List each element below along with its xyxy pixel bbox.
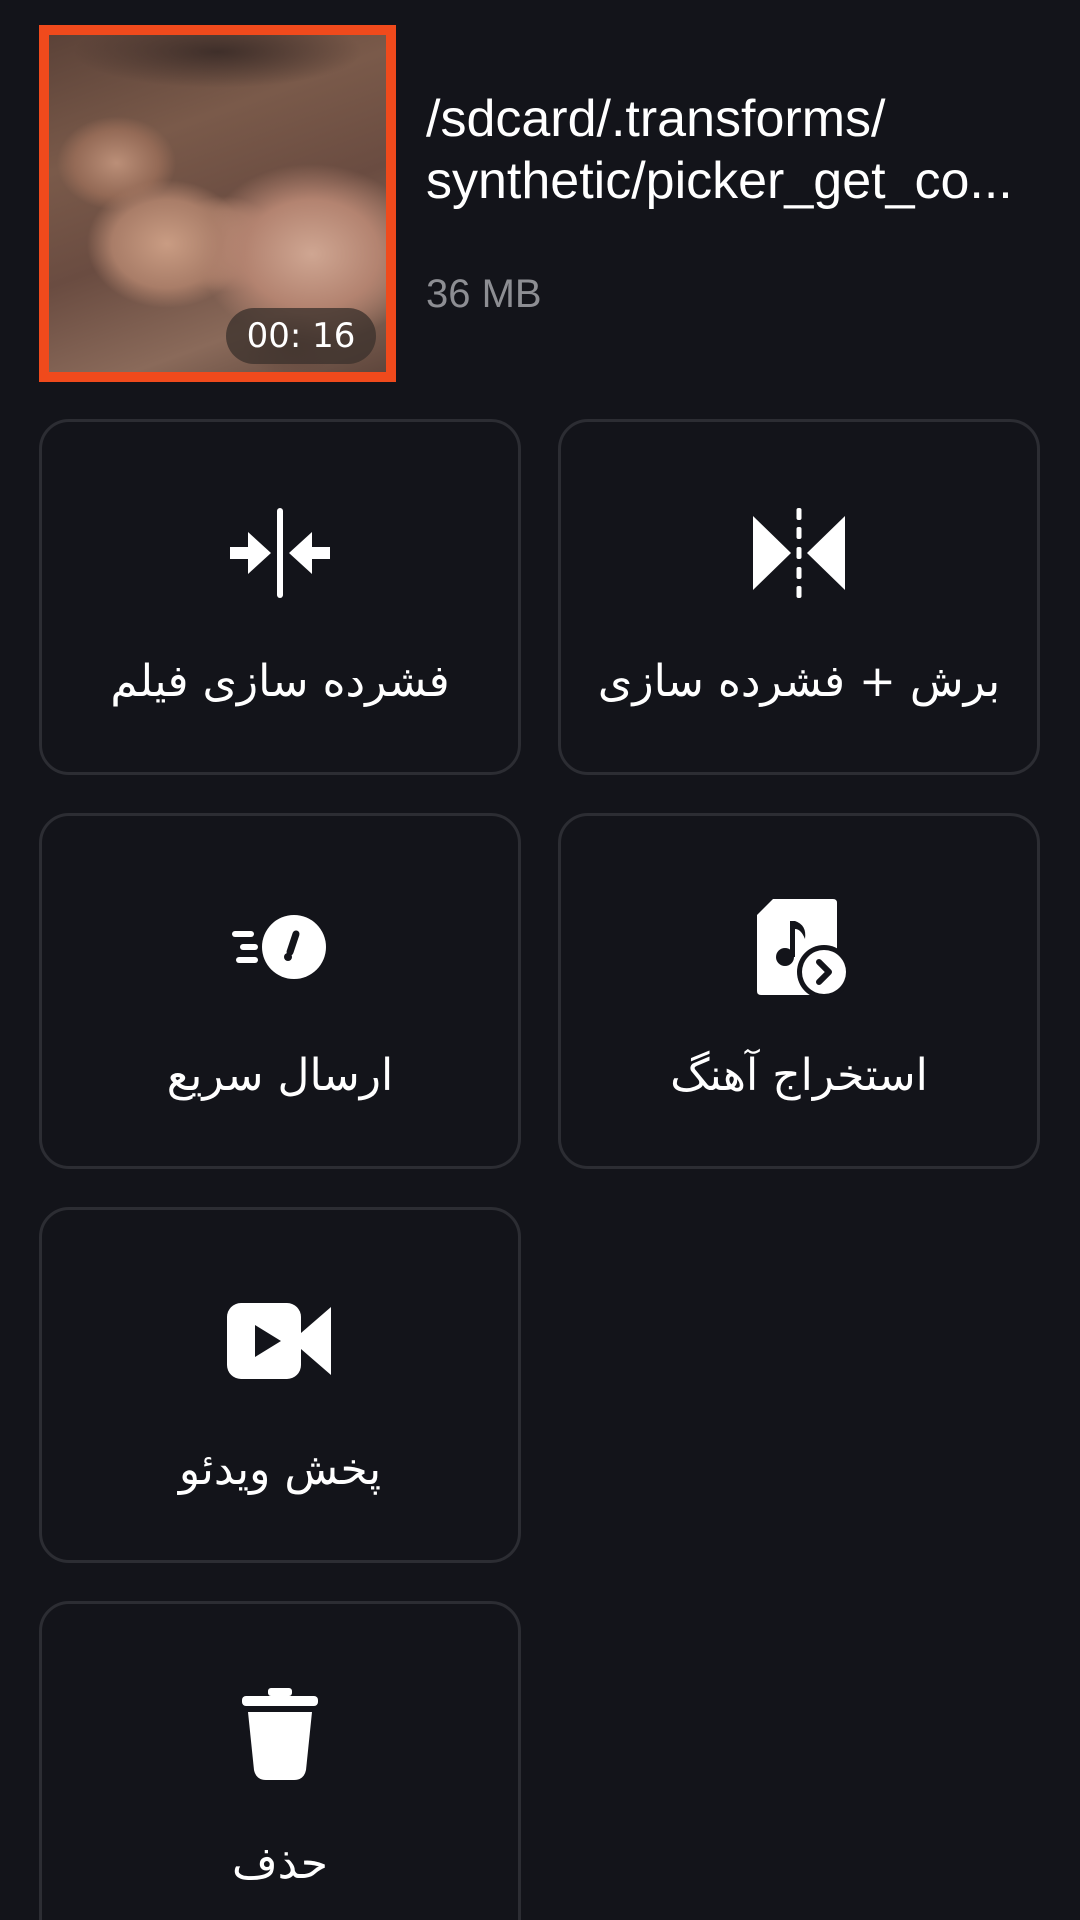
play-video-label: پخش ویدئو <box>178 1444 382 1495</box>
trim-compress-label: برش + فشرده سازی <box>597 656 1001 707</box>
video-camera-play-icon <box>225 1286 335 1396</box>
trim-compress-icon <box>744 498 854 608</box>
compress-arrows-icon <box>225 498 335 608</box>
file-path-line-1: /sdcard/.transforms/ <box>426 90 886 148</box>
compress-video-button[interactable]: فشرده سازی فیلم <box>39 419 521 775</box>
extract-music-label: استخراج آهنگ <box>670 1050 928 1101</box>
video-actions-screen: 00: 16 /sdcard/.transforms/ synthetic/pi… <box>0 0 1080 1920</box>
fast-send-button[interactable]: ارسال سریع <box>39 813 521 1169</box>
video-thumbnail[interactable]: 00: 16 <box>39 25 396 382</box>
extract-music-button[interactable]: استخراج آهنگ <box>558 813 1040 1169</box>
fast-send-clock-icon <box>225 892 335 1002</box>
thumbnail-image: 00: 16 <box>49 35 386 372</box>
duration-badge: 00: 16 <box>226 308 376 364</box>
trash-icon <box>225 1680 335 1790</box>
play-video-button[interactable]: پخش ویدئو <box>39 1207 521 1563</box>
delete-label: حذف <box>232 1838 328 1889</box>
file-size: 36 MB <box>426 272 542 316</box>
file-path-title: /sdcard/.transforms/ synthetic/picker_ge… <box>426 88 1056 212</box>
trim-compress-button[interactable]: برش + فشرده سازی <box>558 419 1040 775</box>
fast-send-label: ارسال سریع <box>166 1050 394 1101</box>
extract-music-file-icon <box>744 892 854 1002</box>
compress-video-label: فشرده سازی فیلم <box>110 656 450 707</box>
delete-button[interactable]: حذف <box>39 1601 521 1920</box>
file-path-line-2: synthetic/picker_get_co... <box>426 152 1013 210</box>
